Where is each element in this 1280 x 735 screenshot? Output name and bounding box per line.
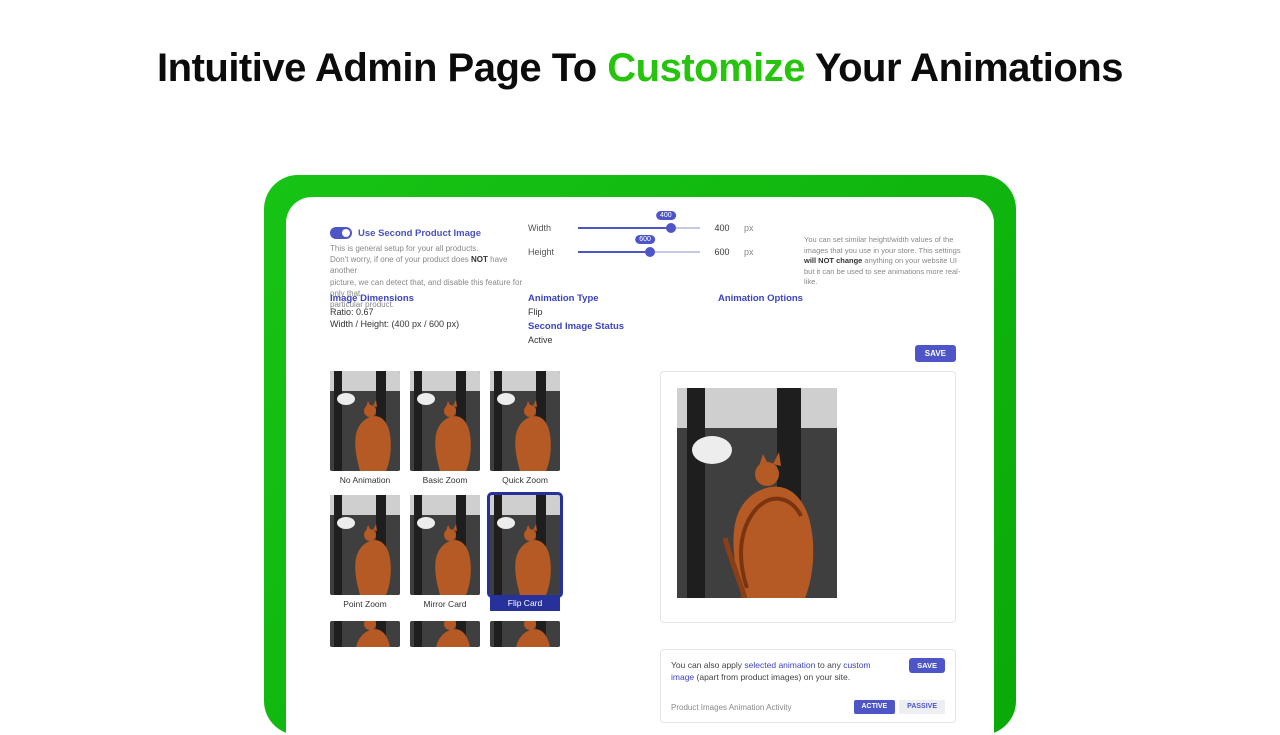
- animation-thumbnail: [490, 371, 560, 471]
- width-unit: px: [744, 223, 758, 233]
- ratio-line: Ratio: 0.67: [330, 307, 528, 317]
- animation-option-row8[interactable]: [490, 621, 560, 647]
- preview-panel: [660, 371, 956, 623]
- animation-label: No Animation: [330, 475, 400, 485]
- dimension-sliders: Width 400 400 px Height: [528, 223, 758, 271]
- animation-thumbnail: [410, 495, 480, 595]
- device-frame: Use Second Product Image This is general…: [264, 175, 1016, 735]
- selected-animation-link[interactable]: selected animation: [744, 660, 815, 670]
- animation-thumbnail: [490, 621, 560, 647]
- width-value: 400: [708, 223, 736, 233]
- tab-active[interactable]: ACTIVE: [854, 700, 896, 714]
- animation-label: Point Zoom: [330, 599, 400, 609]
- animation-option-flip-card[interactable]: Flip Card: [490, 495, 560, 611]
- animation-thumbnail: [410, 621, 480, 647]
- second-image-status-header: Second Image Status: [528, 321, 718, 332]
- animation-option-point-zoom[interactable]: Point Zoom: [330, 495, 400, 611]
- height-label: Height: [528, 247, 570, 257]
- title-post: Your Animations: [805, 46, 1123, 90]
- settings-description: You can set similar height/width values …: [804, 235, 964, 288]
- animation-thumbnail: [490, 495, 560, 595]
- device-screen: Use Second Product Image This is general…: [286, 197, 994, 735]
- animation-thumbnail: [330, 621, 400, 647]
- title-accent: Customize: [607, 46, 805, 90]
- animation-type-header: Animation Type: [528, 293, 718, 304]
- animation-label: Flip Card: [490, 595, 560, 611]
- animation-option-quick-zoom[interactable]: Quick Zoom: [490, 371, 560, 485]
- wh-line: Width / Height: (400 px / 600 px): [330, 319, 528, 329]
- width-slider[interactable]: 400: [578, 227, 700, 229]
- animation-thumbnail: [330, 495, 400, 595]
- image-dimensions-header: Image Dimensions: [330, 293, 528, 304]
- preview-image: [677, 388, 837, 598]
- animation-option-basic-zoom[interactable]: Basic Zoom: [410, 371, 480, 485]
- height-unit: px: [744, 247, 758, 257]
- animation-type-value: Flip: [528, 307, 718, 317]
- animation-label: Basic Zoom: [410, 475, 480, 485]
- animation-label: Quick Zoom: [490, 475, 560, 485]
- activity-title: Product Images Animation Activity: [671, 702, 792, 713]
- animation-label: Mirror Card: [410, 599, 480, 609]
- save-button-secondary[interactable]: SAVE: [909, 658, 945, 673]
- title-pre: Intuitive Admin Page To: [157, 46, 607, 90]
- page-title: Intuitive Admin Page To Customize Your A…: [0, 0, 1280, 91]
- toggle-label: Use Second Product Image: [358, 228, 481, 239]
- width-label: Width: [528, 223, 570, 233]
- animation-option-mirror-card[interactable]: Mirror Card: [410, 495, 480, 611]
- save-button[interactable]: SAVE: [915, 345, 956, 362]
- animation-thumbnail: [410, 371, 480, 471]
- height-slider[interactable]: 600: [578, 251, 700, 253]
- animation-option-row6[interactable]: [330, 621, 400, 647]
- tab-passive[interactable]: PASSIVE: [899, 700, 945, 714]
- height-value: 600: [708, 247, 736, 257]
- animation-options-header: Animation Options: [718, 293, 956, 304]
- animation-thumbnail: [330, 371, 400, 471]
- custom-image-note: SAVE You can also apply selected animati…: [660, 649, 956, 723]
- use-second-image-toggle[interactable]: [330, 227, 352, 239]
- second-image-status-value: Active: [528, 335, 718, 345]
- animation-option-no-animation[interactable]: No Animation: [330, 371, 400, 485]
- animation-grid: No Animation Basic Zoom Quick Zoom Point…: [330, 371, 610, 647]
- animation-option-row7[interactable]: [410, 621, 480, 647]
